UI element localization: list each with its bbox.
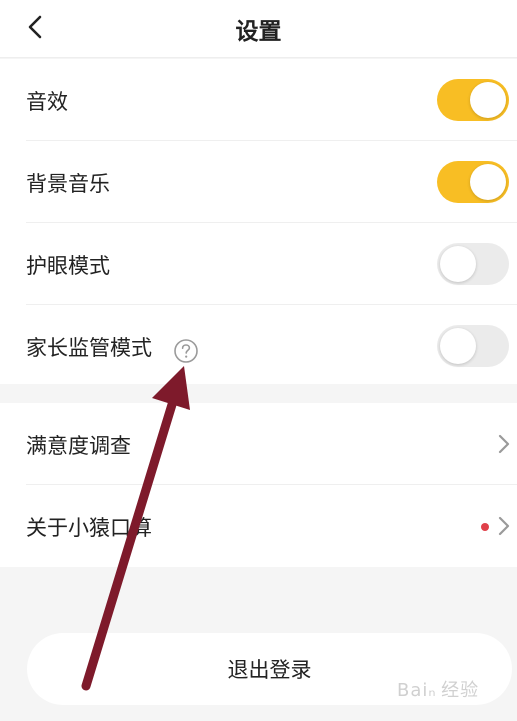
toggle-knob (470, 82, 506, 118)
setting-row-survey[interactable]: 满意度调查 (0, 403, 517, 485)
parental-control-toggle[interactable] (437, 325, 509, 367)
setting-label: 关于小猿口算 (26, 516, 152, 540)
chevron-right-icon (498, 516, 510, 536)
notification-dot (481, 523, 489, 531)
settings-toggles-section: 音效 背景音乐 护眼模式 家长监管模式 (0, 59, 517, 384)
setting-label: 背景音乐 (26, 172, 110, 196)
question-circle-icon[interactable] (173, 338, 199, 364)
setting-label: 音效 (26, 90, 68, 114)
setting-row-parental-control: 家长监管模式 (0, 305, 517, 387)
toggle-knob (440, 328, 476, 364)
sound-effects-toggle[interactable] (437, 79, 509, 121)
setting-row-sound-effects: 音效 (0, 59, 517, 141)
chevron-right-icon (498, 434, 510, 454)
settings-links-section: 满意度调查 关于小猿口算 (0, 403, 517, 567)
baidu-watermark-logo: Baiₙ 经验 (397, 680, 480, 701)
setting-label: 护眼模式 (26, 254, 110, 278)
background-music-toggle[interactable] (437, 161, 509, 203)
setting-row-about[interactable]: 关于小猿口算 (0, 485, 517, 567)
setting-row-eye-protection: 护眼模式 (0, 223, 517, 305)
setting-row-background-music: 背景音乐 (0, 141, 517, 223)
setting-label: 家长监管模式 (26, 336, 152, 360)
setting-label: 满意度调查 (26, 434, 131, 458)
page-title: 设置 (235, 19, 282, 45)
toggle-knob (470, 164, 506, 200)
header-bar: 设置 (0, 0, 517, 58)
eye-protection-toggle[interactable] (437, 243, 509, 285)
toggle-knob (440, 246, 476, 282)
